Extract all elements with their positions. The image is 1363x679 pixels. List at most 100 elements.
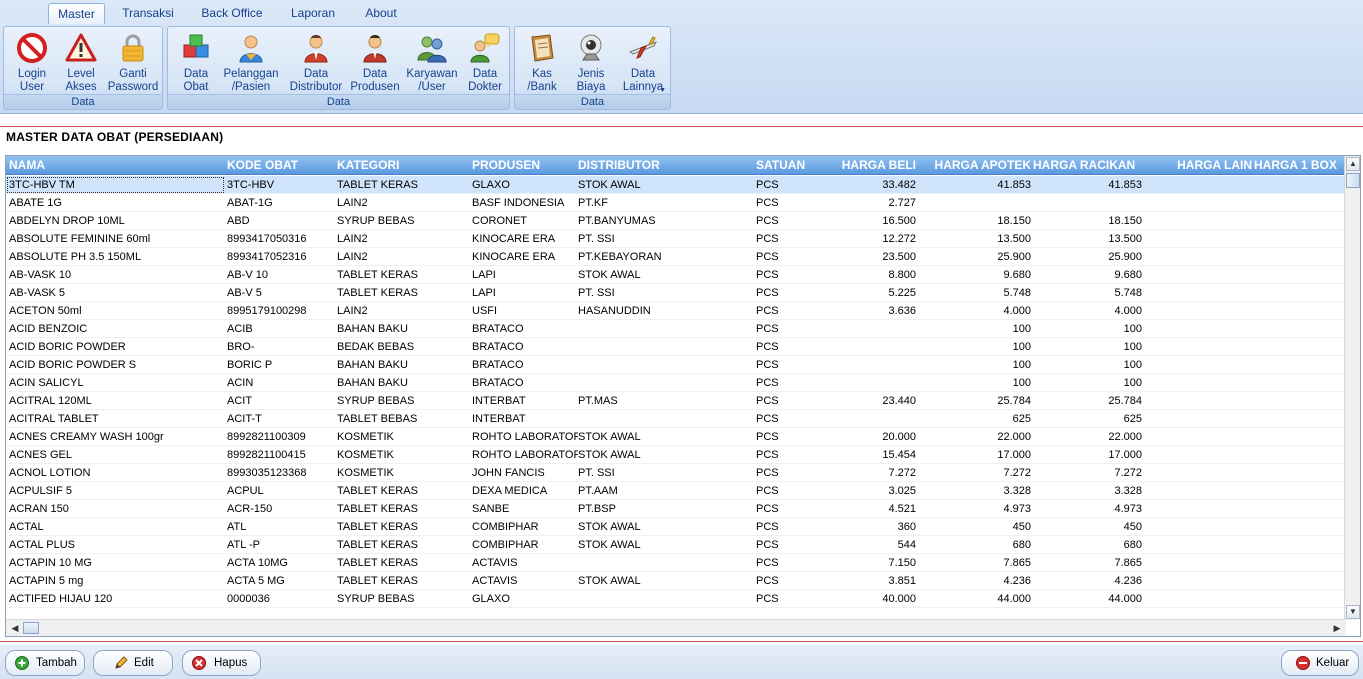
cell-kode-obat[interactable]: ACR-150 bbox=[227, 500, 332, 518]
cell-harga-beli[interactable] bbox=[816, 338, 916, 356]
cell-distributor[interactable] bbox=[578, 338, 753, 356]
cell-harga-racikan[interactable]: 13.500 bbox=[1036, 230, 1142, 248]
cell-satuan[interactable]: PCS bbox=[756, 356, 806, 374]
cell-harga-racikan[interactable]: 22.000 bbox=[1036, 428, 1142, 446]
cell-produsen[interactable]: GLAXO bbox=[472, 590, 578, 608]
tab-back-office[interactable]: Back Office bbox=[193, 3, 271, 24]
table-row[interactable]: AB-VASK 5 AB-V 5 TABLET KERAS LAPI PT. SSI PC… bbox=[6, 284, 1346, 302]
cell-satuan[interactable]: PCS bbox=[756, 212, 806, 230]
cell-produsen[interactable]: BRATACO bbox=[472, 374, 578, 392]
column-header-harga-lain[interactable]: HARGA LAIN bbox=[1170, 156, 1252, 175]
cell-distributor[interactable]: STOK AWAL bbox=[578, 428, 753, 446]
cell-harga-beli[interactable]: 3.851 bbox=[816, 572, 916, 590]
cell-harga-beli[interactable]: 544 bbox=[816, 536, 916, 554]
cell-produsen[interactable]: ROHTO LABORATOR bbox=[472, 428, 578, 446]
cell-harga-apotek[interactable]: 4.236 bbox=[926, 572, 1031, 590]
table-row[interactable]: ACNES CREAMY WASH 100gr 8992821100309 KOSM… bbox=[6, 428, 1346, 446]
cell-harga-racikan[interactable]: 3.328 bbox=[1036, 482, 1142, 500]
cell-kode-obat[interactable]: ACIT bbox=[227, 392, 332, 410]
data-dokter-button[interactable]: Data Dokter bbox=[462, 27, 508, 95]
tab-laporan[interactable]: Laporan bbox=[283, 3, 343, 24]
cell-harga-racikan[interactable] bbox=[1036, 194, 1142, 212]
cell-harga-racikan[interactable]: 100 bbox=[1036, 320, 1142, 338]
cell-kode-obat[interactable]: 8993035123368 bbox=[227, 464, 332, 482]
table-row[interactable]: ABSOLUTE PH 3.5 150ML 8993417052316 LAIN2 K… bbox=[6, 248, 1346, 266]
cell-produsen[interactable]: BRATACO bbox=[472, 338, 578, 356]
cell-produsen[interactable]: KINOCARE ERA bbox=[472, 230, 578, 248]
vertical-scroll-thumb[interactable] bbox=[1346, 173, 1360, 188]
cell-harga-apotek[interactable]: 4.000 bbox=[926, 302, 1031, 320]
cell-harga-racikan[interactable]: 44.000 bbox=[1036, 590, 1142, 608]
cell-satuan[interactable]: PCS bbox=[756, 248, 806, 266]
cell-harga-racikan[interactable]: 100 bbox=[1036, 356, 1142, 374]
table-row[interactable]: ACNES GEL 8992821100415 KOSMETIK ROHTO LABO… bbox=[6, 446, 1346, 464]
cell-kategori[interactable]: LAIN2 bbox=[337, 302, 467, 320]
cell-harga-apotek[interactable]: 41.853 bbox=[926, 176, 1031, 194]
cell-distributor[interactable] bbox=[578, 320, 753, 338]
cell-satuan[interactable]: PCS bbox=[756, 518, 806, 536]
cell-harga-beli[interactable]: 360 bbox=[816, 518, 916, 536]
cell-produsen[interactable]: INTERBAT bbox=[472, 392, 578, 410]
cell-harga-apotek[interactable]: 25.784 bbox=[926, 392, 1031, 410]
cell-kode-obat[interactable]: 8993417050316 bbox=[227, 230, 332, 248]
cell-kode-obat[interactable]: ACIB bbox=[227, 320, 332, 338]
cell-harga-beli[interactable]: 7.150 bbox=[816, 554, 916, 572]
cell-harga-beli[interactable]: 23.500 bbox=[816, 248, 916, 266]
table-row[interactable]: ABDELYN DROP 10ML ABD SYRUP BEBAS CORONET PT… bbox=[6, 212, 1346, 230]
cell-produsen[interactable]: LAPI bbox=[472, 266, 578, 284]
cell-distributor[interactable]: PT.MAS bbox=[578, 392, 753, 410]
cell-kategori[interactable]: TABLET KERAS bbox=[337, 284, 467, 302]
cell-nama[interactable]: ACNES GEL bbox=[9, 446, 219, 464]
cell-nama[interactable]: ACTAL bbox=[9, 518, 219, 536]
cell-kategori[interactable]: BEDAK BEBAS bbox=[337, 338, 467, 356]
cell-kode-obat[interactable]: BRO- bbox=[227, 338, 332, 356]
cell-nama[interactable]: ABDELYN DROP 10ML bbox=[9, 212, 219, 230]
cell-kategori[interactable]: BAHAN BAKU bbox=[337, 320, 467, 338]
cell-nama[interactable]: ACIN SALICYL bbox=[9, 374, 219, 392]
cell-distributor[interactable] bbox=[578, 554, 753, 572]
cell-kode-obat[interactable]: ATL -P bbox=[227, 536, 332, 554]
cell-satuan[interactable]: PCS bbox=[756, 284, 806, 302]
cell-kategori[interactable]: LAIN2 bbox=[337, 248, 467, 266]
cell-harga-racikan[interactable]: 9.680 bbox=[1036, 266, 1142, 284]
cell-kode-obat[interactable]: ACTA 10MG bbox=[227, 554, 332, 572]
cell-satuan[interactable]: PCS bbox=[756, 302, 806, 320]
cell-produsen[interactable]: LAPI bbox=[472, 284, 578, 302]
cell-kode-obat[interactable]: BORIC P bbox=[227, 356, 332, 374]
cell-harga-apotek[interactable]: 18.150 bbox=[926, 212, 1031, 230]
cell-satuan[interactable]: PCS bbox=[756, 230, 806, 248]
cell-produsen[interactable]: SANBE bbox=[472, 500, 578, 518]
column-header-produsen[interactable]: PRODUSEN bbox=[472, 156, 574, 175]
cell-satuan[interactable]: PCS bbox=[756, 338, 806, 356]
cell-harga-racikan[interactable]: 7.272 bbox=[1036, 464, 1142, 482]
data-grid[interactable]: NAMA KODE OBAT KATEGORI PRODUSEN DISTRIB… bbox=[5, 155, 1361, 637]
cell-kode-obat[interactable]: ACTA 5 MG bbox=[227, 572, 332, 590]
cell-satuan[interactable]: PCS bbox=[756, 554, 806, 572]
cell-distributor[interactable]: STOK AWAL bbox=[578, 536, 753, 554]
table-row[interactable]: ACNOL LOTION 8993035123368 KOSMETIK JOHN FA… bbox=[6, 464, 1346, 482]
cell-distributor[interactable]: STOK AWAL bbox=[578, 572, 753, 590]
cell-satuan[interactable]: PCS bbox=[756, 392, 806, 410]
column-header-nama[interactable]: NAMA bbox=[9, 156, 219, 175]
cell-produsen[interactable]: BRATACO bbox=[472, 320, 578, 338]
cell-harga-beli[interactable]: 3.636 bbox=[816, 302, 916, 320]
cell-harga-beli[interactable]: 2.727 bbox=[816, 194, 916, 212]
cell-nama[interactable]: ACID BORIC POWDER bbox=[9, 338, 219, 356]
column-header-distributor[interactable]: DISTRIBUTOR bbox=[578, 156, 753, 175]
cell-nama[interactable]: 3TC-HBV TM bbox=[9, 176, 219, 194]
column-header-kategori[interactable]: KATEGORI bbox=[337, 156, 467, 175]
cell-produsen[interactable]: KINOCARE ERA bbox=[472, 248, 578, 266]
cell-harga-beli[interactable]: 7.272 bbox=[816, 464, 916, 482]
table-row[interactable]: ACTAPIN 10 MG ACTA 10MG TABLET KERAS ACTAVI… bbox=[6, 554, 1346, 572]
column-header-harga-1-box[interactable]: HARGA 1 BOX bbox=[1254, 156, 1344, 175]
cell-satuan[interactable]: PCS bbox=[756, 194, 806, 212]
cell-produsen[interactable]: USFI bbox=[472, 302, 578, 320]
cell-kode-obat[interactable]: 8992821100415 bbox=[227, 446, 332, 464]
cell-produsen[interactable]: INTERBAT bbox=[472, 410, 578, 428]
table-row[interactable]: ACID BENZOIC ACIB BAHAN BAKU BRATACO PCS 100 1… bbox=[6, 320, 1346, 338]
table-row[interactable]: ACRAN 150 ACR-150 TABLET KERAS SANBE PT.BSP P… bbox=[6, 500, 1346, 518]
cell-produsen[interactable]: ACTAVIS bbox=[472, 554, 578, 572]
cell-kategori[interactable]: TABLET KERAS bbox=[337, 536, 467, 554]
cell-distributor[interactable]: STOK AWAL bbox=[578, 446, 753, 464]
cell-kode-obat[interactable]: ABD bbox=[227, 212, 332, 230]
